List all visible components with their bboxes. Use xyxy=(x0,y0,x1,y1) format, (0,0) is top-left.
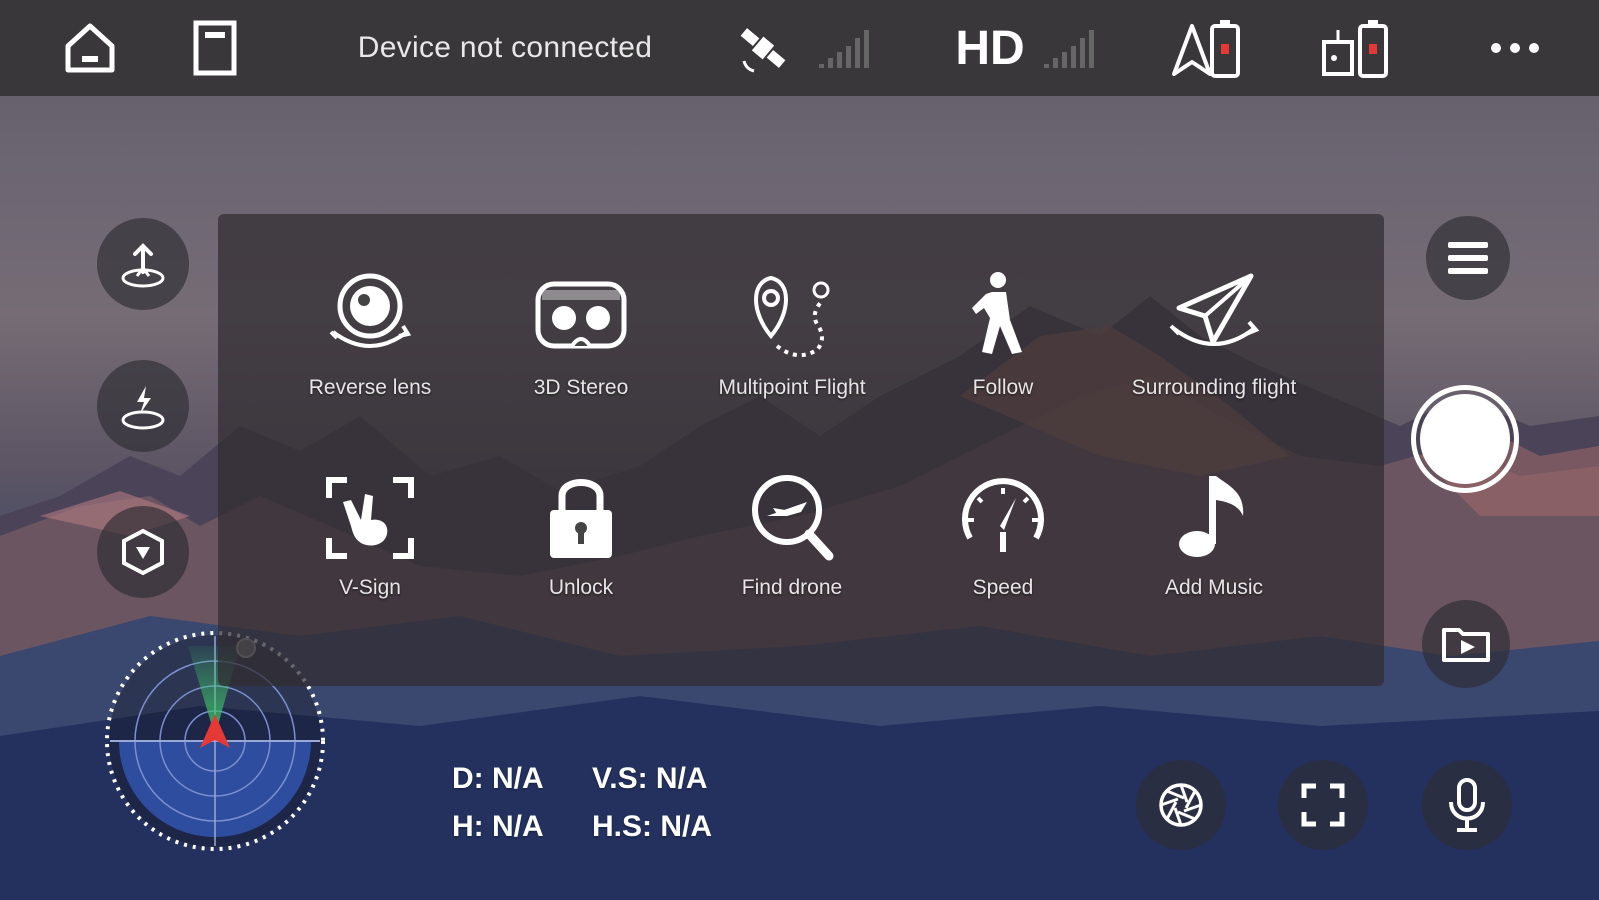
feature-v-sign[interactable]: V-Sign xyxy=(265,468,475,628)
feature-add-music[interactable]: Add Music xyxy=(1109,468,1319,628)
microphone-button[interactable] xyxy=(1422,760,1512,850)
feature-label: Find drone xyxy=(741,576,843,599)
satellite-icon xyxy=(733,0,793,96)
feature-reverse-lens[interactable]: Reverse lens xyxy=(265,268,475,428)
find-drone-icon xyxy=(752,475,834,561)
feature-label: Multipoint Flight xyxy=(718,376,866,399)
feature-label: Surrounding flight xyxy=(1131,376,1297,399)
hd-label: HD xyxy=(955,21,1025,75)
vr-glasses-icon xyxy=(535,281,627,349)
feature-speed[interactable]: Speed xyxy=(898,468,1108,628)
feature-menu-panel: Reverse lens 3D Stereo Multipoint Flight xyxy=(218,214,1384,686)
headless-mode-icon xyxy=(122,528,164,576)
gallery-icon xyxy=(1442,628,1490,662)
takeoff-button[interactable] xyxy=(97,218,189,310)
headless-mode-button[interactable] xyxy=(97,506,189,598)
emergency-landing-button[interactable] xyxy=(97,360,189,452)
feature-find-drone[interactable]: Find drone xyxy=(687,468,897,628)
feature-label: Follow xyxy=(972,376,1034,399)
menu-icon xyxy=(1448,242,1488,274)
connection-status: Device not connected xyxy=(357,31,653,64)
feature-unlock[interactable]: Unlock xyxy=(476,468,686,628)
sd-card-icon[interactable] xyxy=(185,0,245,96)
feature-3d-stereo[interactable]: 3D Stereo xyxy=(476,268,686,428)
gallery-button[interactable] xyxy=(1422,600,1510,688)
home-icon[interactable] xyxy=(55,0,125,96)
music-note-icon xyxy=(1179,476,1244,557)
horizontal-speed-readout: H.S: N/A xyxy=(592,810,712,843)
feature-label: Add Music xyxy=(1164,576,1264,599)
feature-label: 3D Stereo xyxy=(533,376,629,399)
camera-settings-icon xyxy=(1159,783,1203,827)
capture-button-inner xyxy=(1420,394,1510,484)
emergency-landing-icon xyxy=(121,386,165,430)
v-sign-icon xyxy=(326,477,414,559)
capture-button[interactable] xyxy=(1411,385,1519,493)
lock-icon xyxy=(550,479,612,558)
gps-signal-icon xyxy=(815,0,875,96)
feature-label: V-Sign xyxy=(339,576,401,599)
reverse-lens-icon xyxy=(329,273,412,348)
feature-label: Unlock xyxy=(548,576,614,599)
vertical-speed-readout: V.S: N/A xyxy=(592,762,708,795)
hd-signal-icon xyxy=(1040,0,1100,96)
camera-settings-button[interactable] xyxy=(1136,760,1226,850)
feature-label: Reverse lens xyxy=(308,376,432,399)
speedometer-icon xyxy=(962,478,1044,552)
surrounding-flight-icon xyxy=(1169,273,1260,346)
menu-button[interactable] xyxy=(1426,216,1510,300)
takeoff-icon xyxy=(121,243,165,288)
microphone-icon xyxy=(1449,778,1485,832)
follow-icon xyxy=(972,272,1022,354)
height-readout: H: N/A xyxy=(452,810,544,843)
fullscreen-icon xyxy=(1301,783,1345,827)
top-status-bar: Device not connected HD xyxy=(0,0,1599,96)
feature-follow[interactable]: Follow xyxy=(898,268,1108,428)
feature-multipoint-flight[interactable]: Multipoint Flight xyxy=(687,268,897,428)
feature-label: Speed xyxy=(972,576,1034,599)
fullscreen-button[interactable] xyxy=(1278,760,1368,850)
feature-surrounding-flight[interactable]: Surrounding flight xyxy=(1109,268,1319,428)
drone-app-screen: Device not connected HD D: N/A V.S: N/A … xyxy=(0,0,1599,900)
multipoint-flight-icon xyxy=(754,275,830,358)
more-icon[interactable] xyxy=(1485,0,1545,96)
drone-battery-icon xyxy=(1170,0,1250,96)
controller-battery-icon xyxy=(1320,0,1400,96)
distance-readout: D: N/A xyxy=(452,762,544,795)
